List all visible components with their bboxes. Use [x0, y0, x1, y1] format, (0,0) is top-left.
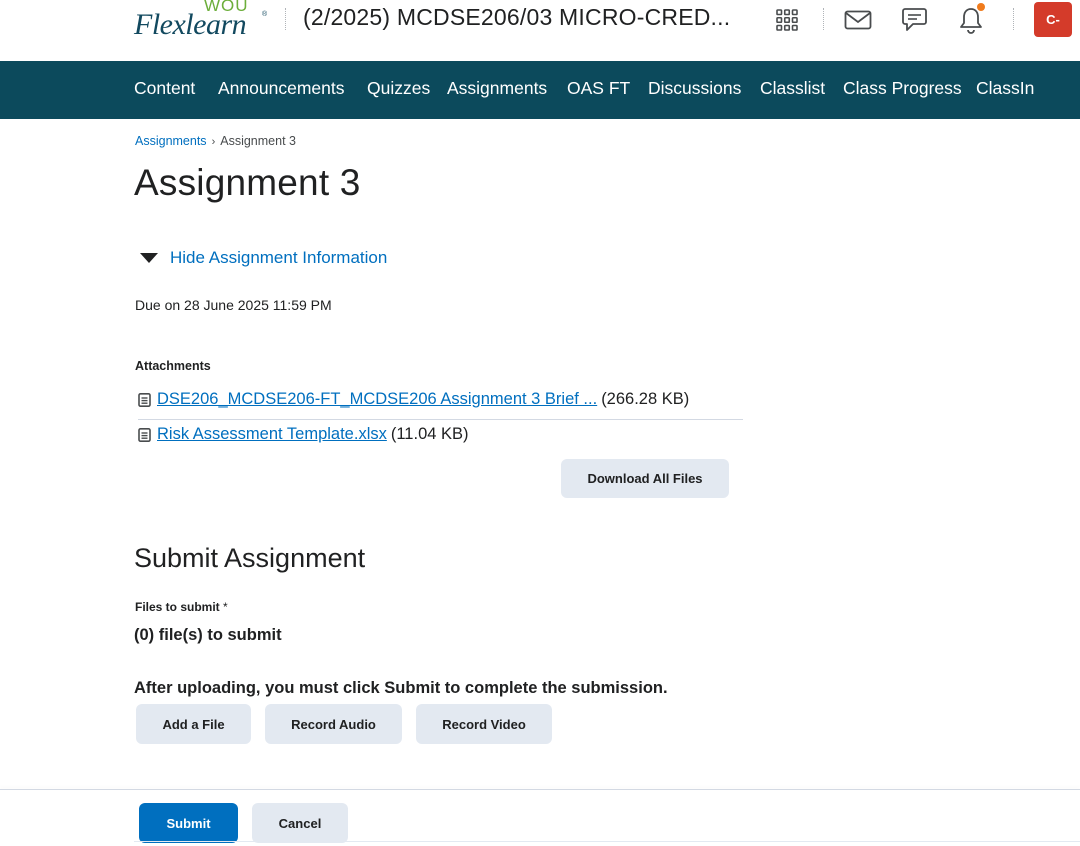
attachments-heading: Attachments — [135, 359, 211, 373]
top-header: WOU Flexlearn ® (2/2025) MCDSE206/03 MIC… — [0, 0, 1080, 61]
nav-item-content[interactable]: Content — [134, 78, 195, 99]
header-divider — [823, 8, 824, 30]
user-avatar[interactable]: C- — [1034, 2, 1072, 37]
attachment-link[interactable]: Risk Assessment Template.xlsx — [157, 425, 387, 444]
nav-item-oas-ft[interactable]: OAS FT — [567, 78, 630, 99]
header-divider — [285, 8, 286, 30]
record-video-button[interactable]: Record Video — [416, 704, 552, 744]
nav-item-assignments[interactable]: Assignments — [447, 78, 547, 99]
files-to-submit-label: Files to submit * — [135, 600, 228, 614]
nav-item-quizzes[interactable]: Quizzes — [367, 78, 430, 99]
course-navbar: Content Announcements Quizzes Assignment… — [0, 61, 1080, 119]
footer-bottom-divider — [134, 841, 1080, 842]
header-divider — [1013, 8, 1014, 30]
cancel-button[interactable]: Cancel — [252, 803, 348, 843]
caret-down-icon — [140, 253, 158, 263]
logo-registered-mark: ® — [262, 11, 268, 18]
attachment-item: Risk Assessment Template.xlsx (11.04 KB) — [138, 425, 469, 444]
attachment-link[interactable]: DSE206_MCDSE206-FT_MCDSE206 Assignment 3… — [157, 390, 597, 409]
course-title[interactable]: (2/2025) MCDSE206/03 MICRO-CRED... — [303, 4, 730, 31]
submit-assignment-heading: Submit Assignment — [134, 543, 366, 573]
logo-main-text: Flexlearn — [134, 8, 247, 41]
nav-item-classin[interactable]: ClassIn — [976, 78, 1034, 99]
nav-item-classlist[interactable]: Classlist — [760, 78, 825, 99]
chat-icon[interactable] — [900, 6, 928, 34]
attachment-divider — [138, 419, 743, 420]
breadcrumb-separator: › — [211, 136, 216, 148]
breadcrumb-current: Assignment 3 — [220, 134, 296, 148]
nav-item-class-progress[interactable]: Class Progress — [843, 78, 962, 99]
file-icon — [138, 392, 151, 407]
breadcrumb-assignments-link[interactable]: Assignments — [135, 134, 207, 148]
file-icon — [138, 427, 151, 442]
flexlearn-logo[interactable]: WOU Flexlearn ® — [134, 0, 269, 41]
breadcrumb: Assignments › Assignment 3 — [135, 134, 296, 148]
hide-assignment-info-toggle[interactable]: Hide Assignment Information — [140, 248, 387, 268]
nav-item-announcements[interactable]: Announcements — [218, 78, 344, 99]
files-count: (0) file(s) to submit — [134, 626, 282, 644]
due-date: Due on 28 June 2025 11:59 PM — [135, 297, 332, 313]
add-file-button[interactable]: Add a File — [136, 704, 251, 744]
files-to-submit-text: Files to submit — [135, 600, 220, 614]
notification-dot — [977, 3, 985, 11]
download-all-files-button[interactable]: Download All Files — [561, 459, 729, 498]
apps-grid-icon[interactable] — [773, 6, 801, 34]
mail-icon[interactable] — [844, 6, 872, 34]
record-audio-button[interactable]: Record Audio — [265, 704, 402, 744]
toggle-info-label: Hide Assignment Information — [170, 248, 388, 267]
required-mark: * — [223, 600, 228, 614]
attachment-item: DSE206_MCDSE206-FT_MCDSE206 Assignment 3… — [138, 390, 689, 409]
page-title: Assignment 3 — [134, 162, 361, 203]
footer-divider — [0, 789, 1080, 790]
attachment-size: (11.04 KB) — [390, 425, 469, 443]
submit-instruction: After uploading, you must click Submit t… — [134, 679, 668, 697]
attachment-size: (266.28 KB) — [601, 390, 690, 408]
submit-button[interactable]: Submit — [139, 803, 238, 843]
nav-item-discussions[interactable]: Discussions — [648, 78, 741, 99]
